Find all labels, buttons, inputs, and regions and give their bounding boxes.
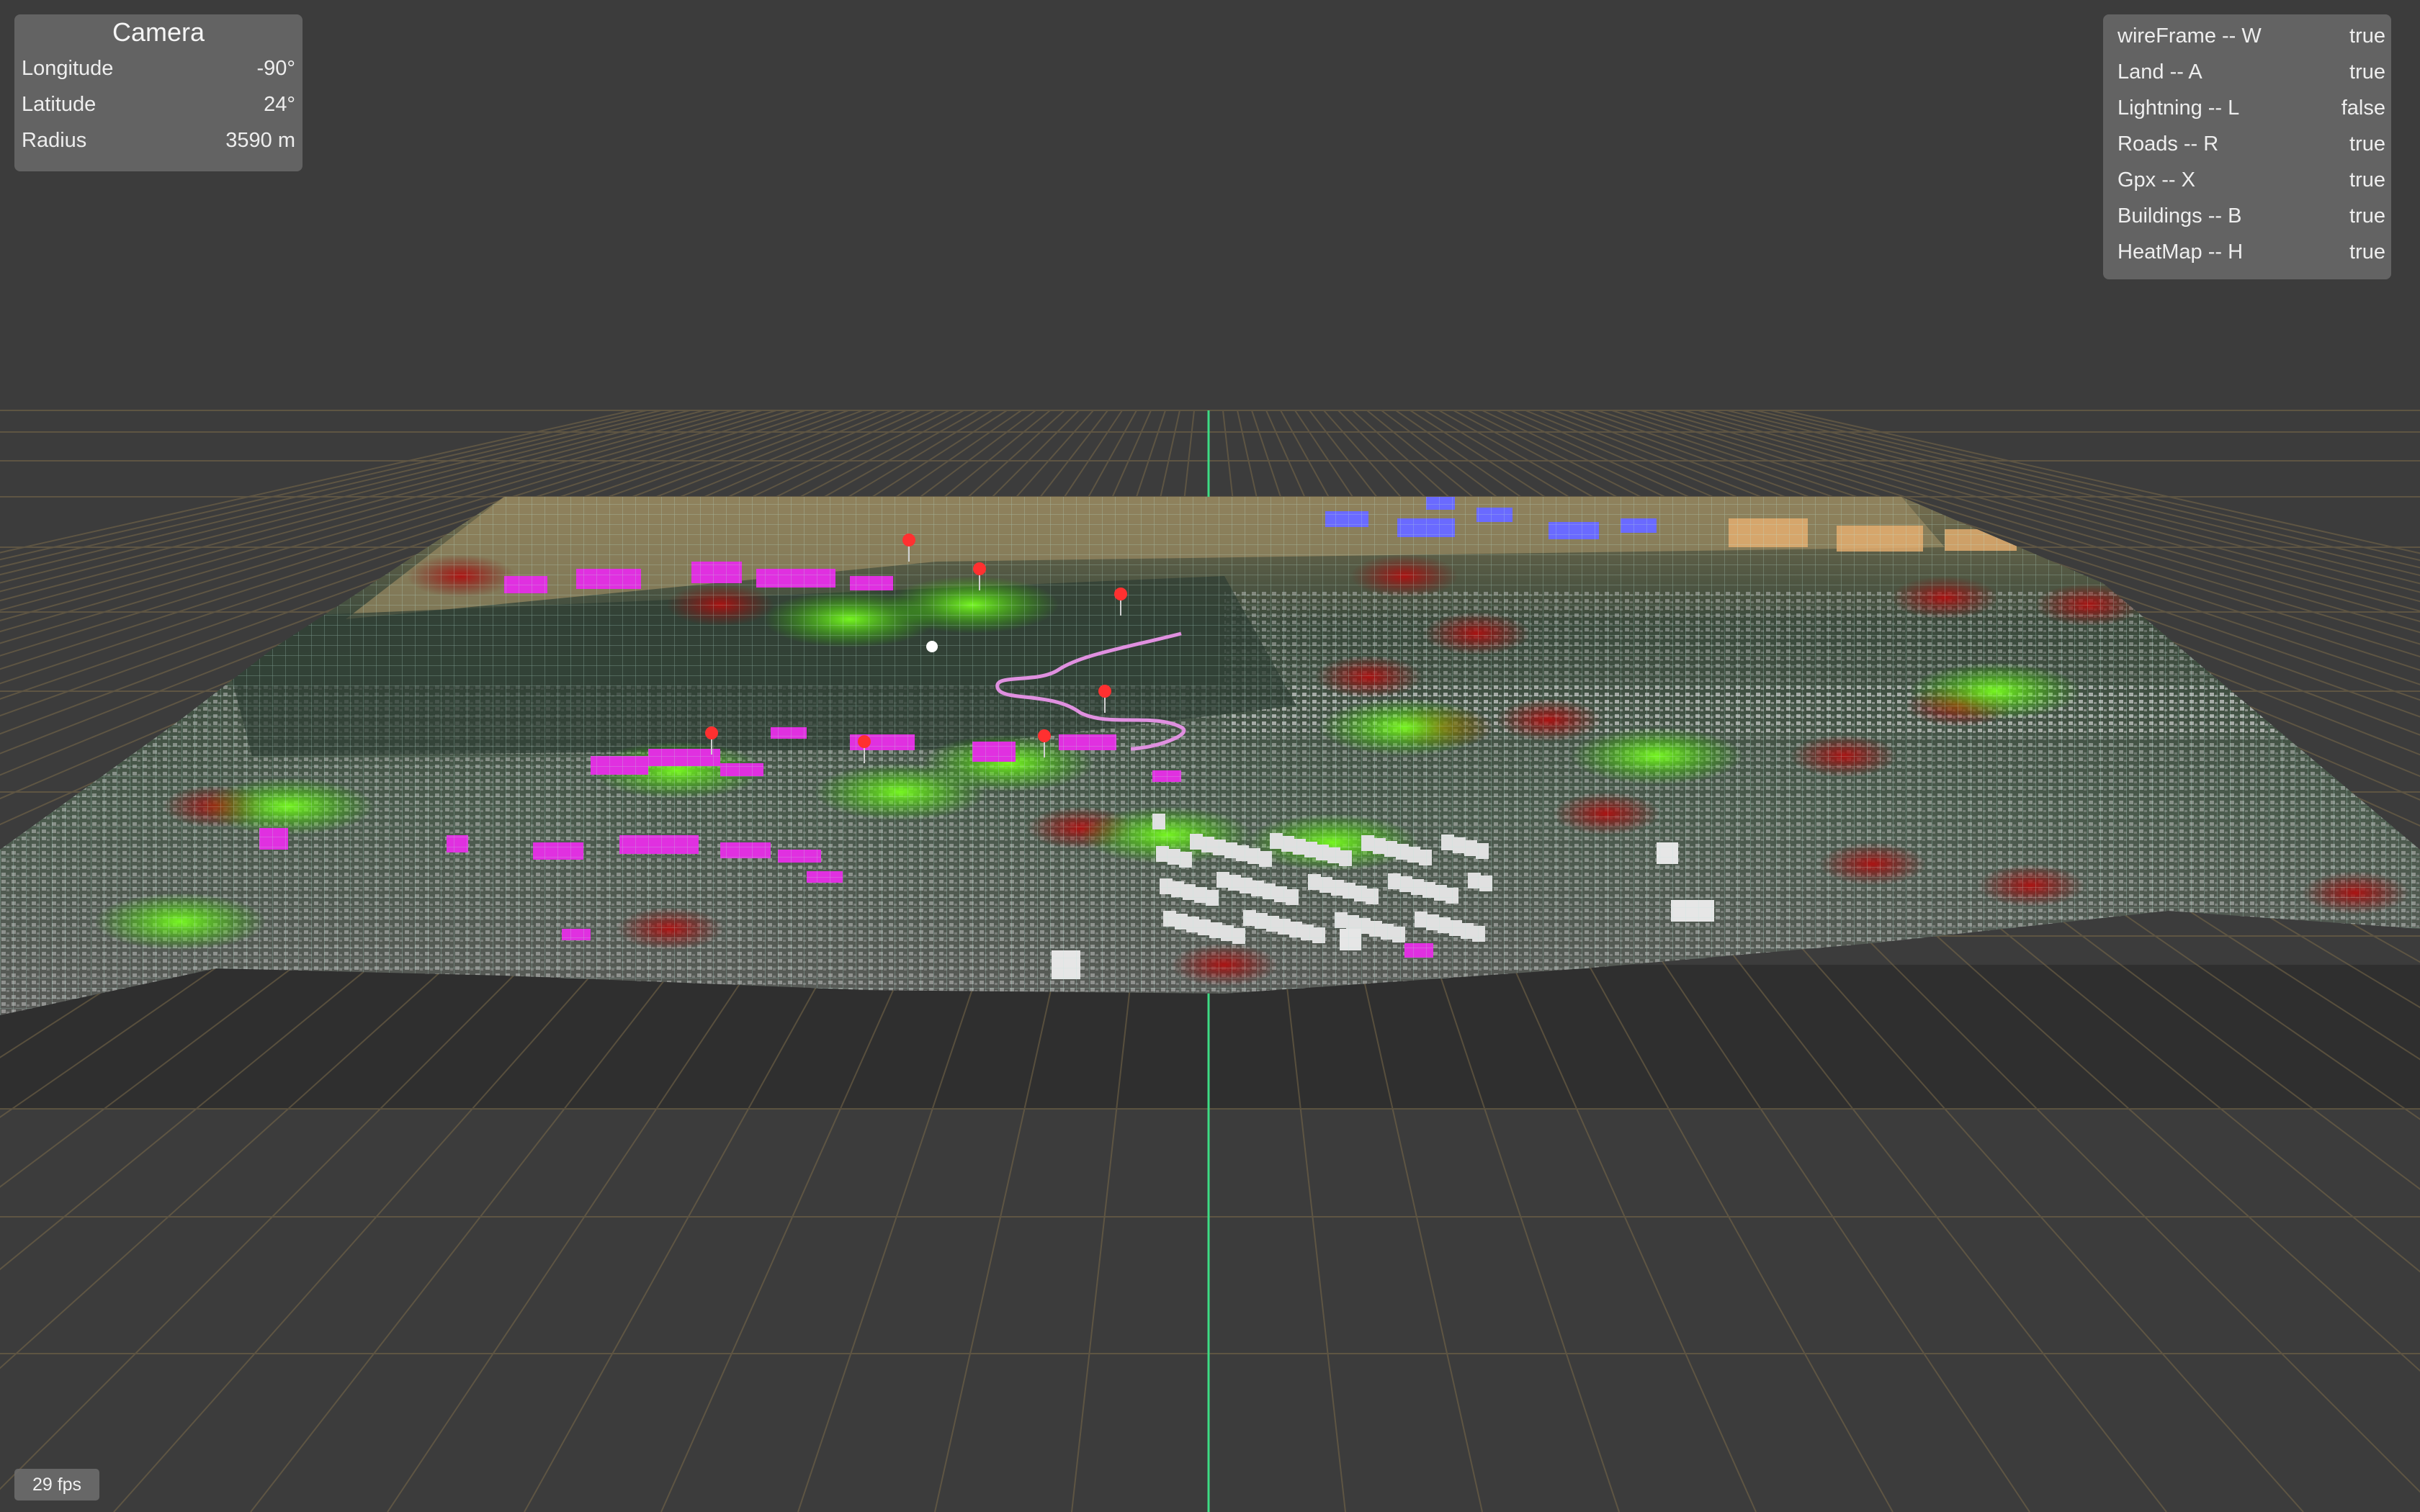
toggle-value: true (2349, 24, 2385, 48)
toggle-label: Roads -- R (2118, 132, 2219, 156)
toggle-value: true (2349, 60, 2385, 84)
toggle-value: true (2349, 204, 2385, 228)
camera-label: Radius (22, 128, 87, 152)
camera-panel: Camera Longitude -90° Latitude 24° Radiu… (14, 14, 302, 171)
toggle-buildings[interactable]: Buildings -- B true (2103, 198, 2391, 234)
toggle-label: Land -- A (2118, 60, 2202, 84)
camera-value: 24° (264, 92, 295, 116)
camera-title: Camera (112, 17, 205, 47)
toggle-heatmap[interactable]: HeatMap -- H true (2103, 234, 2391, 270)
toggle-land[interactable]: Land -- A true (2103, 54, 2391, 90)
camera-row-longitude: Longitude -90° (14, 50, 302, 86)
toggle-label: Buildings -- B (2118, 204, 2242, 228)
toggle-label: Lightning -- L (2118, 96, 2240, 120)
camera-label: Latitude (22, 92, 97, 116)
toggle-value: true (2349, 240, 2385, 264)
3d-viewport[interactable] (0, 0, 2420, 1512)
fps-counter: 29 fps (14, 1469, 99, 1500)
camera-row-latitude: Latitude 24° (14, 86, 302, 122)
toggle-wireframe[interactable]: wireFrame -- W true (2103, 18, 2391, 54)
toggle-label: Gpx -- X (2118, 168, 2195, 192)
camera-value: -90° (256, 56, 295, 80)
toggle-label: HeatMap -- H (2118, 240, 2244, 264)
layer-toggles-panel: wireFrame -- W true Land -- A true Light… (2103, 14, 2391, 279)
toggle-value: true (2349, 168, 2385, 192)
camera-label: Longitude (22, 56, 114, 80)
camera-row-radius: Radius 3590 m (14, 122, 302, 158)
toggle-value: false (2341, 96, 2385, 120)
toggle-label: wireFrame -- W (2118, 24, 2262, 48)
toggle-value: true (2349, 132, 2385, 156)
toggle-roads[interactable]: Roads -- R true (2103, 126, 2391, 162)
camera-value: 3590 m (225, 128, 295, 152)
toggle-lightning[interactable]: Lightning -- L false (2103, 90, 2391, 126)
toggle-gpx[interactable]: Gpx -- X true (2103, 162, 2391, 198)
